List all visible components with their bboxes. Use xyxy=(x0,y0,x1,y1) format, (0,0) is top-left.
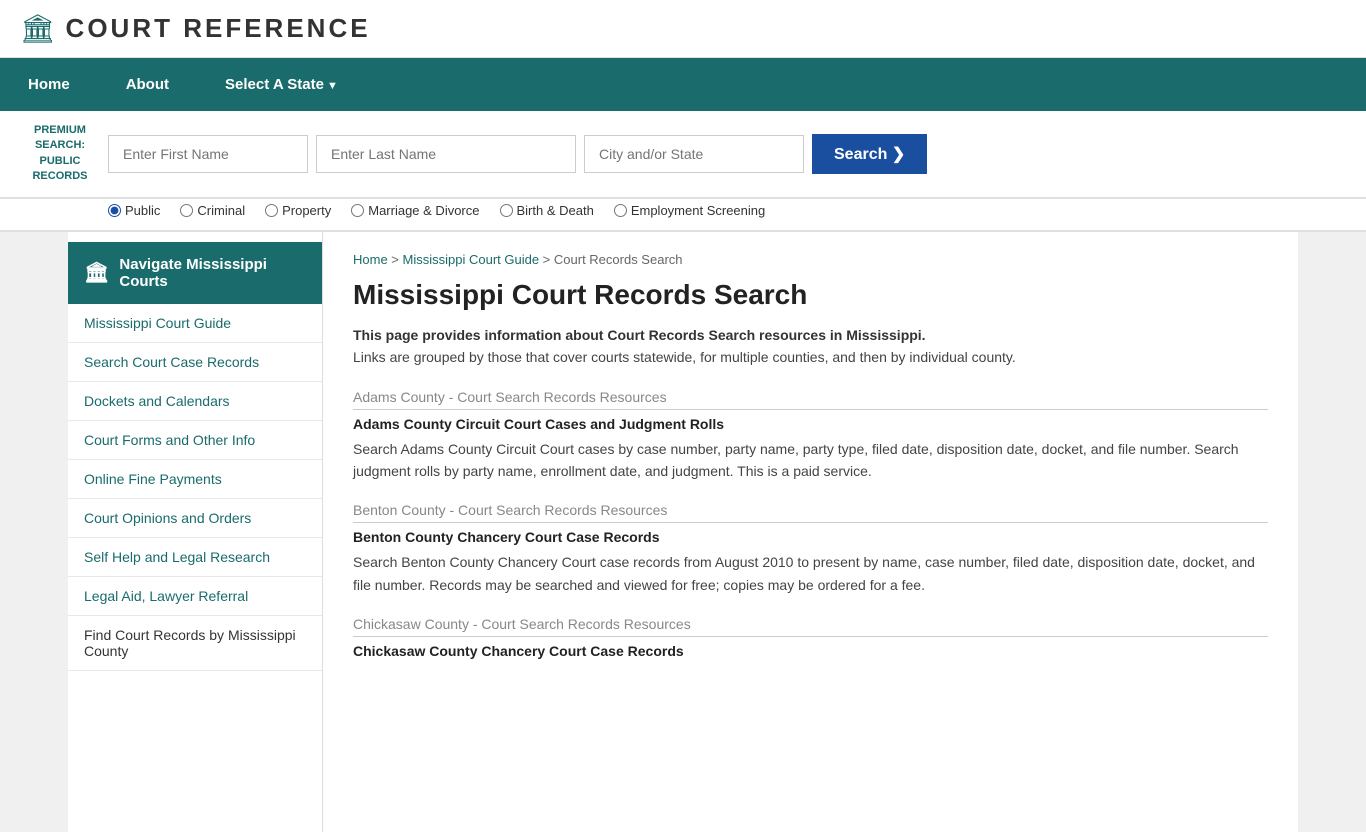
radio-criminal[interactable]: Criminal xyxy=(180,203,245,218)
sidebar: 🏛 Navigate Mississippi Courts Mississipp… xyxy=(68,232,323,832)
first-name-input[interactable] xyxy=(108,135,308,173)
city-state-input[interactable] xyxy=(584,135,804,173)
premium-label: PREMIUM SEARCH: PUBLIC RECORDS xyxy=(20,123,100,185)
search-button[interactable]: Search xyxy=(812,134,927,174)
sidebar-item-opinions[interactable]: Court Opinions and Orders xyxy=(68,499,322,538)
county-chickasaw-header: Chickasaw County - Court Search Records … xyxy=(353,616,1268,637)
intro-bold-text: This page provides information about Cou… xyxy=(353,327,1268,343)
sidebar-nav-header: 🏛 Navigate Mississippi Courts xyxy=(68,242,322,304)
resource-adams-title: Adams County Circuit Court Cases and Jud… xyxy=(353,416,1268,432)
county-benton-header: Benton County - Court Search Records Res… xyxy=(353,502,1268,523)
nav-home[interactable]: Home xyxy=(0,58,98,111)
radio-birth[interactable]: Birth & Death xyxy=(500,203,594,218)
main-content: Home > Mississippi Court Guide > Court R… xyxy=(323,232,1298,832)
last-name-input[interactable] xyxy=(316,135,576,173)
nav-select-state[interactable]: Select A State xyxy=(197,58,366,111)
sidebar-item-search-records[interactable]: Search Court Case Records xyxy=(68,343,322,382)
county-chickasaw: Chickasaw County - Court Search Records … xyxy=(353,616,1268,659)
resource-benton-title: Benton County Chancery Court Case Record… xyxy=(353,529,1268,545)
resource-benton-desc: Search Benton County Chancery Court case… xyxy=(353,551,1268,596)
radio-property[interactable]: Property xyxy=(265,203,331,218)
radio-marriage[interactable]: Marriage & Divorce xyxy=(351,203,479,218)
breadcrumb: Home > Mississippi Court Guide > Court R… xyxy=(353,252,1268,267)
sidebar-item-legal-aid[interactable]: Legal Aid, Lawyer Referral xyxy=(68,577,322,616)
nav-about[interactable]: About xyxy=(98,58,197,111)
sidebar-item-fine-payments[interactable]: Online Fine Payments xyxy=(68,460,322,499)
logo-icon: 🏛 xyxy=(20,12,56,45)
resource-chickasaw-title: Chickasaw County Chancery Court Case Rec… xyxy=(353,643,1268,659)
search-bar-container: PREMIUM SEARCH: PUBLIC RECORDS Search xyxy=(0,111,1366,199)
breadcrumb-home[interactable]: Home xyxy=(353,252,388,267)
breadcrumb-current: Court Records Search xyxy=(554,252,683,267)
county-adams: Adams County - Court Search Records Reso… xyxy=(353,389,1268,483)
page-title: Mississippi Court Records Search xyxy=(353,279,1268,311)
resource-adams-desc: Search Adams County Circuit Court cases … xyxy=(353,438,1268,483)
intro-normal-text: Links are grouped by those that cover co… xyxy=(353,349,1268,365)
sidebar-header-label: Navigate Mississippi Courts xyxy=(119,256,306,290)
sidebar-static-item: Find Court Records by Mississippi County xyxy=(68,616,322,671)
sidebar-item-court-forms[interactable]: Court Forms and Other Info xyxy=(68,421,322,460)
sidebar-item-dockets[interactable]: Dockets and Calendars xyxy=(68,382,322,421)
sidebar-item-self-help[interactable]: Self Help and Legal Research xyxy=(68,538,322,577)
main-wrapper: 🏛 Navigate Mississippi Courts Mississipp… xyxy=(68,232,1298,832)
sidebar-item-ms-court-guide[interactable]: Mississippi Court Guide xyxy=(68,304,322,343)
logo-text: COURT REFERENCE xyxy=(66,13,371,44)
radio-employment[interactable]: Employment Screening xyxy=(614,203,765,218)
radio-public[interactable]: Public xyxy=(108,203,160,218)
site-header: 🏛 COURT REFERENCE xyxy=(0,0,1366,58)
search-type-radios: Public Criminal Property Marriage & Divo… xyxy=(0,199,1366,232)
breadcrumb-guide[interactable]: Mississippi Court Guide xyxy=(403,252,540,267)
sidebar-header-icon: 🏛 xyxy=(84,260,109,285)
county-adams-header: Adams County - Court Search Records Reso… xyxy=(353,389,1268,410)
county-benton: Benton County - Court Search Records Res… xyxy=(353,502,1268,596)
main-navbar: Home About Select A State xyxy=(0,58,1366,111)
